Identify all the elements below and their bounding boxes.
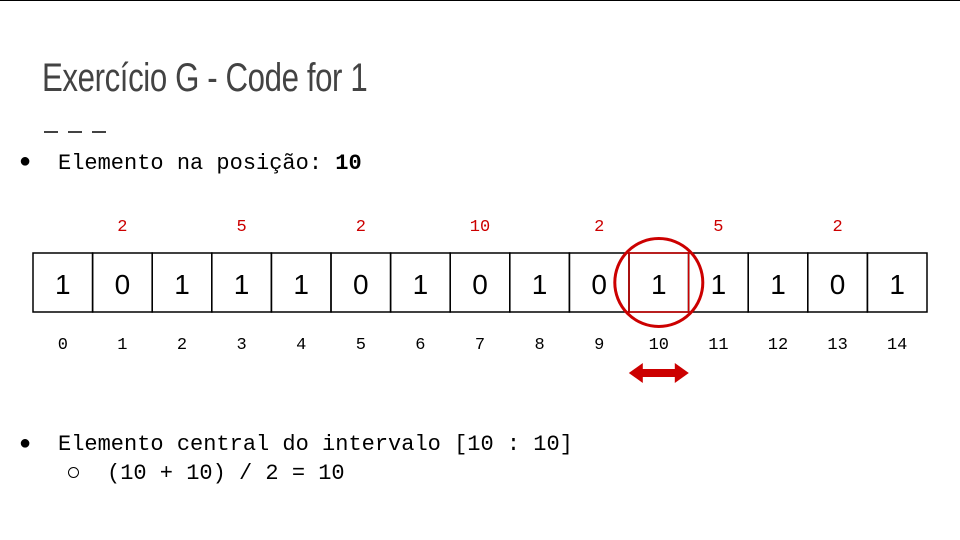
array-indices: 0 1 2 3 4 5 6 7 8 9 10 11 12 13 14 xyxy=(58,336,908,355)
array-cell-value: 1 xyxy=(889,269,905,300)
array-diagram: 2 5 2 10 2 5 2 101110101011101 0 1 2 3 4 5 6 7 8 9 10 11 1… xyxy=(32,218,928,383)
array-index-label: 13 xyxy=(827,336,847,355)
bullet-icon: ● xyxy=(19,432,32,454)
bullet-formula: (10 + 10) / 2 = 10 xyxy=(107,461,345,486)
sub-bullet-icon xyxy=(68,467,79,478)
array-cell-value: 1 xyxy=(234,269,250,300)
step-label: 2 xyxy=(832,218,842,237)
highlight-group xyxy=(613,237,705,383)
array-index-label: 6 xyxy=(415,336,425,355)
step-label: 5 xyxy=(236,218,246,237)
step-labels: 2 5 2 10 2 5 2 xyxy=(117,218,842,237)
array-index-label: 9 xyxy=(594,336,604,355)
array-index-label: 7 xyxy=(475,336,485,355)
array-cell-value: 0 xyxy=(115,269,131,300)
array-index-label: 3 xyxy=(236,336,246,355)
bullet-interval: Elemento central do intervalo [10 : 10] xyxy=(58,432,573,457)
array-cell-value: 0 xyxy=(830,269,846,300)
step-label: 2 xyxy=(117,218,127,237)
array-index-label: 8 xyxy=(534,336,544,355)
array-cell-value: 1 xyxy=(293,269,309,300)
array-cell-value: 1 xyxy=(532,269,548,300)
array-cell-value: 1 xyxy=(711,269,727,300)
array-index-label: 1 xyxy=(117,336,127,355)
array-cell-value: 0 xyxy=(353,269,369,300)
array-index-label: 5 xyxy=(356,336,366,355)
step-label: 5 xyxy=(713,218,723,237)
array-index-label: 14 xyxy=(887,336,907,355)
array-cells: 1 0 1 1 1 0 1 0 1 0 1 1 1 0 1 xyxy=(32,252,928,313)
array-cell-value: 1 xyxy=(651,269,667,300)
array-index-label: 4 xyxy=(296,336,306,355)
array-cell-value: 1 xyxy=(413,269,429,300)
step-label: 2 xyxy=(356,218,366,237)
double-headed-arrow-icon xyxy=(628,363,689,383)
array-index-label: 2 xyxy=(177,336,187,355)
array-cell-value: 1 xyxy=(174,269,190,300)
array-index-label: 0 xyxy=(58,336,68,355)
array-cell-value: 1 xyxy=(770,269,786,300)
array-index-label: 12 xyxy=(768,336,788,355)
array-cell-value: 0 xyxy=(591,269,607,300)
array-cell-value: 0 xyxy=(472,269,488,300)
step-label: 2 xyxy=(594,218,604,237)
array-cell-value: 1 xyxy=(55,269,71,300)
array-index-label: 11 xyxy=(708,336,728,355)
step-label: 10 xyxy=(470,218,490,237)
array-index-label: 10 xyxy=(649,336,669,355)
